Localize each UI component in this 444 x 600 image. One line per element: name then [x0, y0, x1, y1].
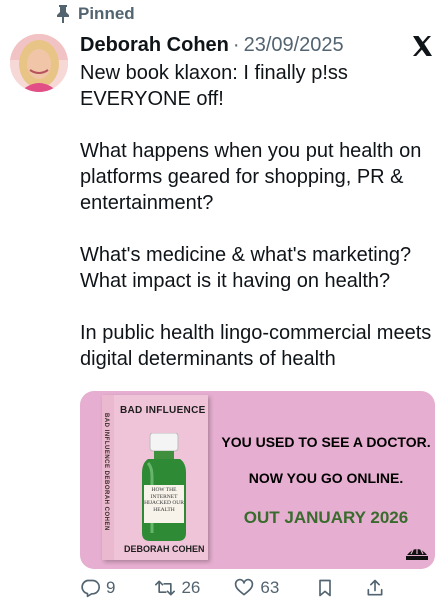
bookmark-icon: [319, 579, 332, 597]
post-date[interactable]: 23/09/2025: [244, 34, 344, 57]
share-button[interactable]: [365, 578, 385, 598]
pinned-indicator: Pinned: [56, 4, 135, 24]
promo-line-1: YOU USED TO SEE A DOCTOR.: [221, 434, 431, 450]
repost-count: 26: [181, 578, 201, 597]
reply-button[interactable]: 9: [80, 578, 115, 598]
share-icon: [367, 579, 383, 596]
repost-icon: [155, 580, 176, 596]
book-cover: BAD INFLUENCE DEBORAH COHEN BAD INFLUENC…: [102, 395, 208, 560]
book-spine: BAD INFLUENCE DEBORAH COHEN: [102, 395, 114, 560]
spine-text: BAD INFLUENCE DEBORAH COHEN: [103, 413, 109, 531]
tweet-media-image[interactable]: BAD INFLUENCE DEBORAH COHEN BAD INFLUENC…: [80, 391, 435, 569]
tweet-actions: 9 26 63: [80, 578, 436, 598]
pinned-label: Pinned: [78, 4, 135, 23]
like-button[interactable]: 63: [234, 578, 279, 598]
tweet-paragraph: New book klaxon: I finally p!ss EVERYONE…: [80, 62, 348, 110]
publisher-logo-icon: [406, 548, 428, 560]
reply-icon: [81, 579, 100, 598]
tweet-paragraph: In public health lingo-commercial meets …: [80, 322, 432, 370]
reply-count: 9: [106, 578, 116, 597]
promo-line-2: NOW YOU GO ONLINE.: [248, 470, 404, 486]
tweet-paragraph: What's medicine & what's marketing? What…: [80, 244, 412, 292]
like-icon: [235, 578, 254, 596]
tweet-text: New book klaxon: I finally p!ss EVERYONE…: [80, 60, 436, 372]
like-count: 63: [260, 578, 280, 597]
bottle-label: HOW THE INTERNET HIJACKED OUR HEALTH: [144, 487, 184, 513]
promo-line-3: OUT JANUARY 2026: [243, 508, 409, 527]
author-name[interactable]: Deborah Cohen: [80, 34, 229, 57]
tweet-header: Deborah Cohen · 23/09/2025: [80, 32, 434, 58]
book-title: BAD INFLUENCE: [120, 405, 206, 416]
x-logo-icon[interactable]: [410, 34, 434, 58]
header-separator: ·: [232, 33, 240, 56]
bookmark-button[interactable]: [315, 578, 335, 598]
book-author: DEBORAH COHEN: [124, 544, 205, 554]
repost-button[interactable]: 26: [155, 578, 200, 598]
tweet-paragraph: What happens when you put health on plat…: [80, 140, 422, 214]
pin-icon: [57, 5, 69, 23]
author-avatar[interactable]: [10, 34, 68, 92]
